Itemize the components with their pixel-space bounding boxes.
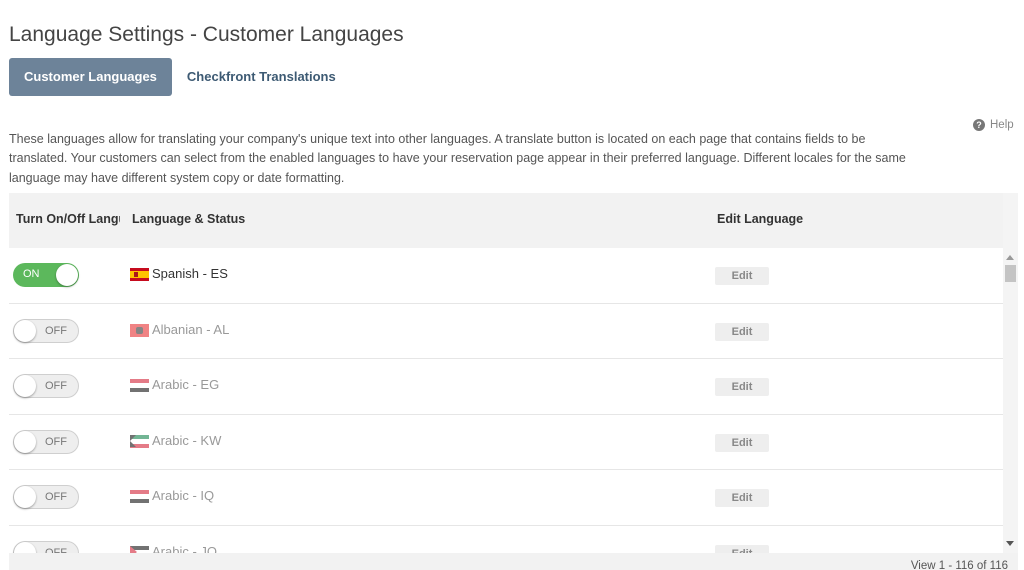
scroll-up-arrow-icon[interactable] xyxy=(1006,255,1014,260)
edit-language-button[interactable]: Edit xyxy=(715,544,769,553)
toggle-state-label: ON xyxy=(23,268,40,280)
language-name: Arabic - EG xyxy=(152,377,220,392)
toggle-state-label: OFF xyxy=(45,324,67,337)
toggle-knob xyxy=(56,264,78,286)
albania-flag-icon xyxy=(130,323,149,337)
grid-pager: View 1 - 116 of 116 xyxy=(9,553,1018,570)
language-name: Arabic - KW xyxy=(152,432,222,448)
toggle-state-label: OFF xyxy=(45,380,67,392)
tab-checkfront-translations[interactable]: Checkfront Translations xyxy=(172,58,351,96)
vertical-scrollbar[interactable] xyxy=(1003,193,1018,553)
pager-record-count: View 1 - 116 of 116 xyxy=(910,560,1008,570)
language-toggle[interactable]: OFF xyxy=(13,540,79,554)
language-toggle[interactable]: OFF xyxy=(13,374,79,398)
scrollbar-thumb[interactable] xyxy=(1005,265,1016,282)
edit-language-button[interactable]: Edit xyxy=(715,378,769,396)
table-row: OFF Arabic - EG Edit xyxy=(9,359,1003,415)
language-name: Albanian - AL xyxy=(152,321,230,337)
column-header-language[interactable]: Language & Status xyxy=(132,193,432,248)
table-row: OFF Albanian - AL Edit xyxy=(9,304,1003,359)
toggle-knob xyxy=(14,430,36,453)
grid-body: ON Spanish - ES Edit OFF Albanian - AL E… xyxy=(9,248,1003,553)
edit-language-button[interactable]: Edit xyxy=(715,489,769,507)
language-toggle[interactable]: ON xyxy=(13,263,79,287)
question-circle-icon: ? xyxy=(973,119,985,131)
language-toggle[interactable]: OFF xyxy=(13,429,79,454)
tab-customer-languages[interactable]: Customer Languages xyxy=(9,58,172,96)
help-label: Help xyxy=(990,119,1014,131)
languages-grid: Turn On/Off Language Language & Status E… xyxy=(9,193,1018,570)
language-name: Spanish - ES xyxy=(152,266,228,281)
toggle-state-label: OFF xyxy=(45,435,67,448)
table-row: OFF Arabic - KW Edit xyxy=(9,415,1003,470)
language-toggle[interactable]: OFF xyxy=(13,485,79,509)
grid-header: Turn On/Off Language Language & Status E… xyxy=(9,193,1003,248)
spain-flag-icon xyxy=(130,268,149,281)
edit-language-button[interactable]: Edit xyxy=(715,433,769,452)
toggle-state-label: OFF xyxy=(45,491,67,503)
table-row: OFF Arabic - JO Edit xyxy=(9,526,1003,554)
toggle-knob xyxy=(14,319,36,342)
description-text: These languages allow for translating yo… xyxy=(9,131,906,185)
kuwait-flag-icon xyxy=(130,434,149,448)
table-row: OFF Arabic - IQ Edit xyxy=(9,470,1003,526)
toggle-knob xyxy=(14,375,36,397)
toggle-state-label: OFF xyxy=(45,546,67,554)
edit-language-button[interactable]: Edit xyxy=(715,322,769,341)
egypt-flag-icon xyxy=(130,379,149,392)
scroll-down-arrow-icon[interactable] xyxy=(1006,541,1014,546)
language-toggle[interactable]: OFF xyxy=(13,318,79,343)
page-title: Language Settings - Customer Languages xyxy=(9,23,404,47)
table-row: ON Spanish - ES Edit xyxy=(9,248,1003,304)
tab-bar: Customer Languages Checkfront Translatio… xyxy=(9,58,351,96)
column-header-toggle[interactable]: Turn On/Off Language xyxy=(16,193,120,248)
column-header-edit[interactable]: Edit Language xyxy=(717,193,917,248)
language-name: Arabic - IQ xyxy=(152,488,215,503)
toggle-knob xyxy=(14,541,36,553)
iraq-flag-icon xyxy=(130,490,149,503)
jordan-flag-icon xyxy=(130,545,149,553)
language-name: Arabic - JO xyxy=(152,543,218,554)
edit-language-button[interactable]: Edit xyxy=(715,267,769,285)
help-link[interactable]: ? Help xyxy=(973,119,1014,131)
toggle-knob xyxy=(14,486,36,508)
